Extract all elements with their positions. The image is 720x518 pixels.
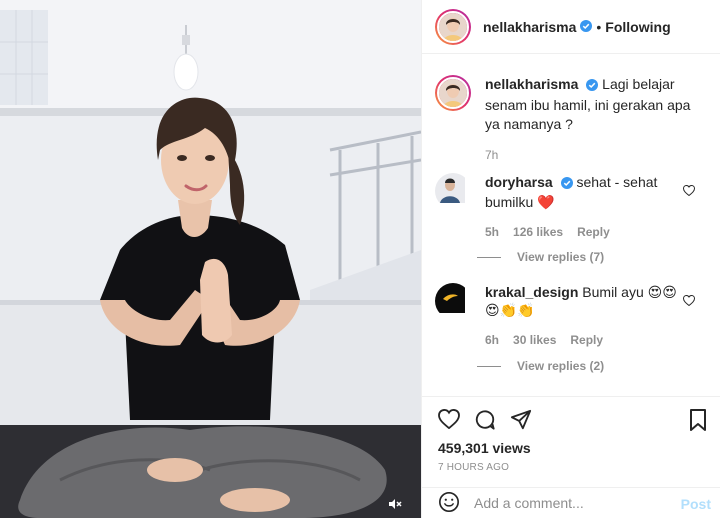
action-bar xyxy=(422,396,720,444)
view-replies-button[interactable]: View replies (7) xyxy=(477,250,604,264)
post-caption: nellakharisma Lagi belajar senam ibu ham… xyxy=(435,75,715,165)
mute-button[interactable] xyxy=(382,494,408,516)
caption-username[interactable]: nellakharisma xyxy=(485,76,578,92)
view-count[interactable]: 459,301 views xyxy=(438,440,531,456)
post-header: nellakharisma • Following xyxy=(422,0,720,54)
reply-button[interactable]: Reply xyxy=(570,331,603,349)
caption-time[interactable]: 7h xyxy=(485,146,700,165)
comment-item: krakal_design Bumil ayu 😍😍😍👏👏 6h 30 like… xyxy=(435,283,715,349)
video-frame xyxy=(0,0,421,518)
verified-badge-icon xyxy=(586,77,599,96)
comments-list[interactable]: nellakharisma Lagi belajar senam ibu ham… xyxy=(422,55,720,395)
bookmark-icon[interactable] xyxy=(689,409,707,434)
separator-dot: • xyxy=(596,18,602,35)
paper-plane-icon[interactable] xyxy=(510,409,532,434)
view-replies-button[interactable]: View replies (2) xyxy=(477,359,604,373)
verified-badge-icon xyxy=(560,175,573,193)
commenter-avatar[interactable] xyxy=(435,173,471,209)
comment-username[interactable]: krakal_design xyxy=(485,284,578,300)
comment-time[interactable]: 5h xyxy=(485,223,499,241)
comment-username[interactable]: doryharsa xyxy=(485,174,553,190)
comment-input[interactable] xyxy=(474,495,654,511)
comment-icon[interactable] xyxy=(474,409,496,434)
view-replies-label: View replies (2) xyxy=(517,359,605,373)
comment-likes[interactable]: 30 likes xyxy=(513,331,556,349)
post-sidebar: nellakharisma • Following nellakharisma … xyxy=(421,0,720,518)
author-avatar[interactable] xyxy=(435,8,471,45)
comment-time[interactable]: 6h xyxy=(485,331,499,349)
author-username[interactable]: nellakharisma xyxy=(483,19,576,35)
post-comment-button[interactable]: Post xyxy=(681,496,711,512)
comment-likes[interactable]: 126 likes xyxy=(513,223,563,241)
comment-like-heart-icon[interactable] xyxy=(682,183,696,199)
reply-button[interactable]: Reply xyxy=(577,223,610,241)
heart-emoji: ❤️ xyxy=(537,194,555,210)
smiley-icon[interactable] xyxy=(438,491,460,516)
post-timestamp[interactable]: 7 HOURS AGO xyxy=(438,462,509,473)
add-comment-form: Post xyxy=(422,487,720,518)
post-video[interactable] xyxy=(0,0,421,518)
heart-icon[interactable] xyxy=(438,408,460,432)
speaker-muted-icon xyxy=(388,497,402,513)
caption-avatar[interactable] xyxy=(435,75,471,111)
verified-badge-icon xyxy=(580,19,593,35)
comment-text: Bumil ayu xyxy=(582,284,644,300)
commenter-avatar[interactable] xyxy=(435,283,471,319)
following-button[interactable]: Following xyxy=(605,19,670,35)
comment-like-heart-icon[interactable] xyxy=(682,293,696,309)
view-replies-label: View replies (7) xyxy=(517,250,605,264)
comment-item: doryharsa sehat - sehat bumilku ❤️ 5h 12… xyxy=(435,173,715,241)
